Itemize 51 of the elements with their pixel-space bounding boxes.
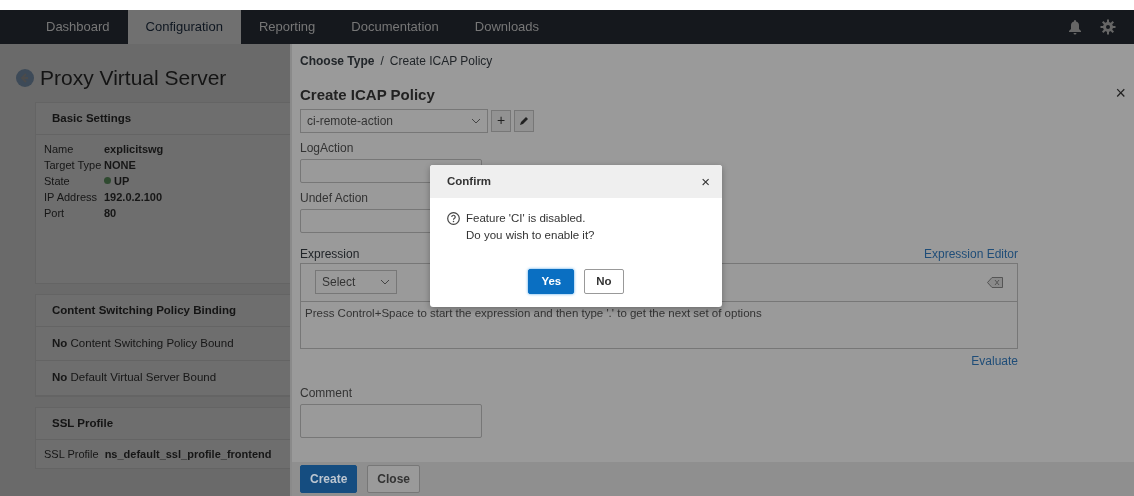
field-label: IP Address: [44, 189, 98, 205]
comment-field[interactable]: [300, 403, 482, 438]
nav-tab[interactable]: Downloads: [456, 10, 558, 44]
expression-editor-link[interactable]: Expression Editor: [923, 244, 1018, 263]
field-value: explicitswg: [104, 141, 164, 157]
chevron-down-icon: [471, 117, 481, 124]
field-value: NONE: [104, 157, 136, 173]
nav-tab[interactable]: Dashboard: [28, 10, 128, 44]
panel-title: Create ICAP Policy: [300, 85, 435, 105]
field-label: SSL Profile: [44, 446, 99, 462]
breadcrumb-link[interactable]: Choose Type: [300, 52, 375, 70]
evaluate-link[interactable]: Evaluate: [971, 353, 1018, 368]
field-value: 80: [104, 205, 117, 221]
field-label: Name: [44, 141, 75, 157]
field-label: LogAction: [300, 139, 355, 157]
field-label: Undef Action: [300, 189, 370, 207]
footer-button[interactable]: Close: [367, 465, 421, 493]
expression-hint: Press Control+Space to start the expression and then type '.' to get the next set of options: [304, 305, 763, 321]
clear-icon[interactable]: [987, 276, 1003, 288]
dialog-message: Feature 'CI' is disabled.: [466, 211, 587, 226]
nav-tab[interactable]: Reporting: [240, 10, 334, 44]
field-label: Target Type: [44, 157, 103, 173]
dialog-button[interactable]: Yes: [528, 268, 575, 294]
action-select[interactable]: ci-remote-action: [300, 108, 488, 133]
breadcrumb-separator: /: [380, 53, 384, 70]
dialog-button[interactable]: No: [584, 268, 624, 294]
edit-button[interactable]: [514, 109, 534, 132]
field-value: UP: [114, 173, 130, 189]
settings-gear-icon[interactable]: [1100, 19, 1116, 35]
close-button[interactable]: ×: [1115, 84, 1126, 102]
field-value: ns_default_ssl_profile_frontend: [104, 446, 272, 462]
dialog-message: Do you wish to enable it?: [466, 228, 595, 244]
field-value: 192.0.2.100: [104, 189, 163, 205]
expression-select[interactable]: Select: [315, 270, 397, 294]
nav-tab[interactable]: Configuration: [127, 10, 241, 44]
field-label: Comment: [300, 384, 353, 402]
field-label: Port: [44, 205, 66, 221]
field-label: Expression: [300, 245, 360, 263]
close-button[interactable]: ×: [701, 174, 710, 189]
page-title: Proxy Virtual Server: [40, 65, 227, 91]
pencil-icon: [519, 115, 529, 126]
breadcrumb-current: Create ICAP Policy: [389, 53, 493, 70]
notification-bell-icon[interactable]: [1068, 19, 1082, 35]
dialog-title: Confirm: [447, 173, 492, 189]
status-dot-icon: [104, 177, 111, 185]
nav-tab[interactable]: Documentation: [333, 10, 457, 44]
footer-button[interactable]: Create: [300, 465, 358, 493]
field-label: State: [44, 173, 71, 189]
add-button[interactable]: +: [491, 109, 511, 132]
question-icon: [447, 212, 460, 225]
chevron-down-icon: [380, 279, 390, 285]
